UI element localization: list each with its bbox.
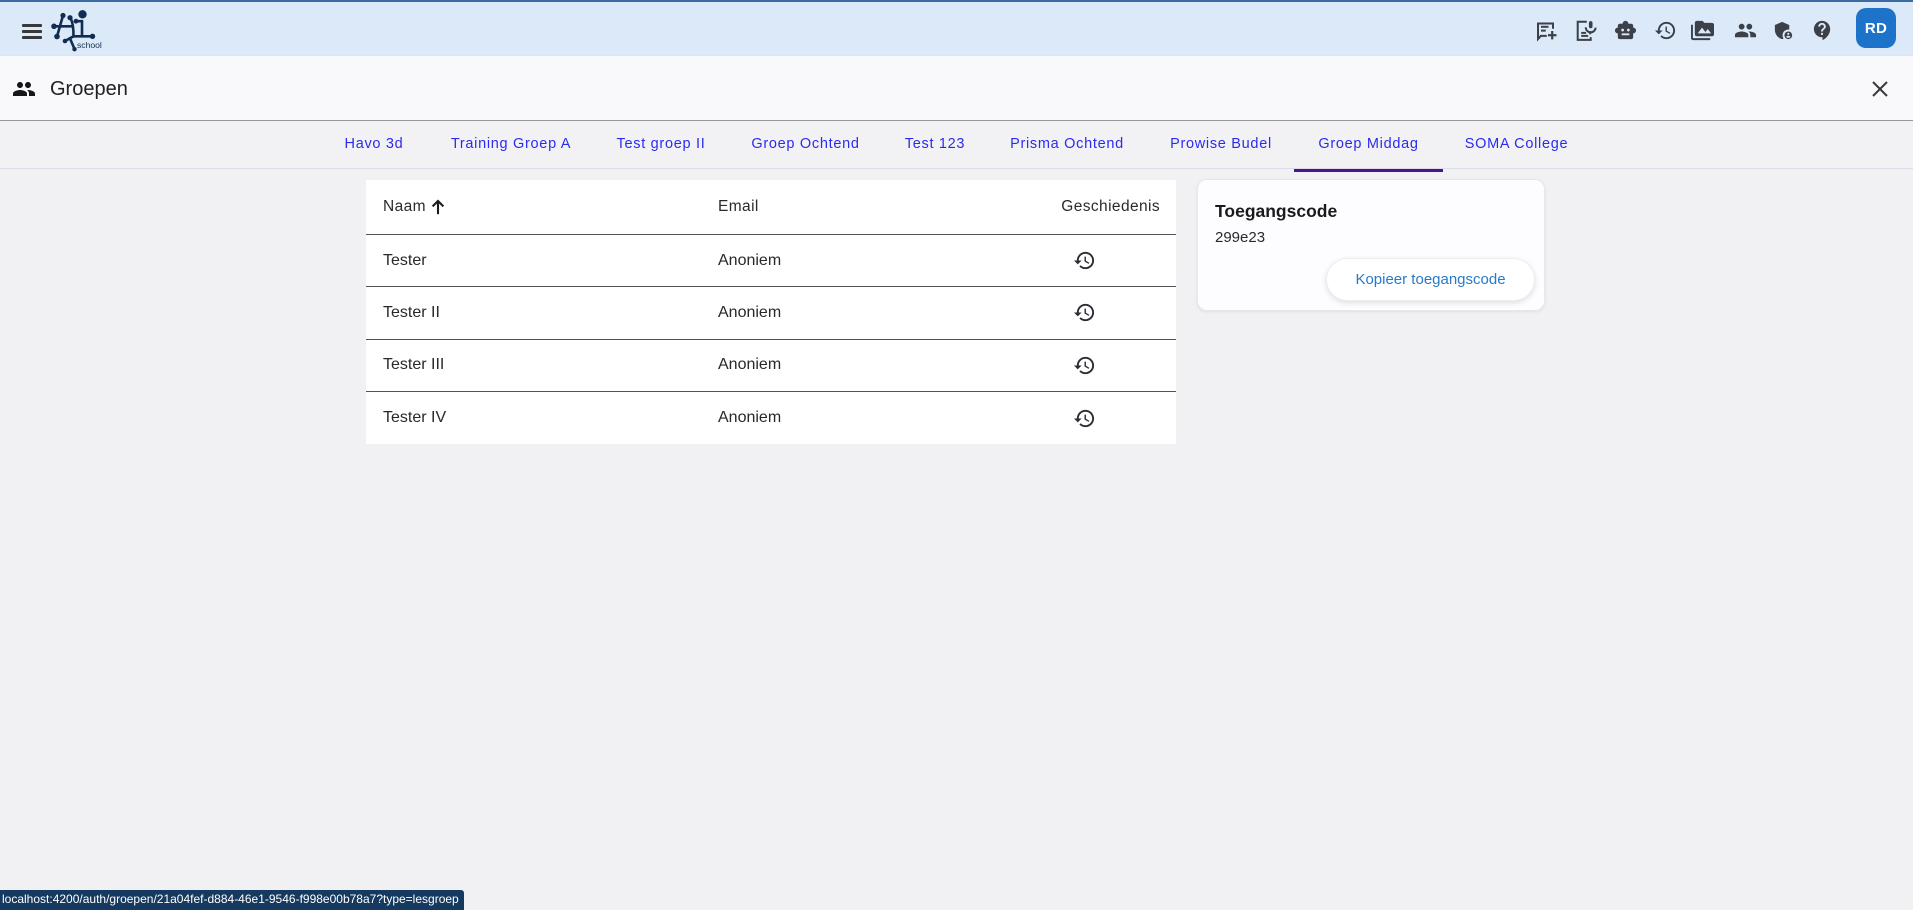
svg-text:school: school <box>77 40 102 50</box>
